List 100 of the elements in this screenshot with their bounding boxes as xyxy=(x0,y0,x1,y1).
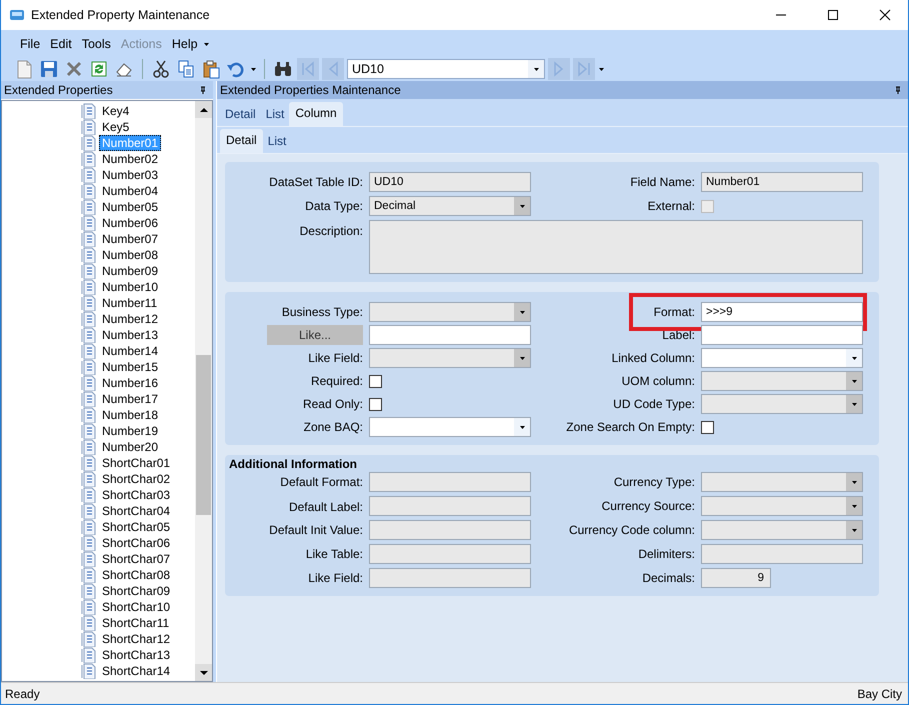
dropdown-field[interactable] xyxy=(369,417,531,437)
previous-record-button[interactable] xyxy=(322,58,344,80)
input-field[interactable]: Number01 xyxy=(701,172,863,192)
dropdown-field[interactable] xyxy=(701,472,863,492)
input-field[interactable] xyxy=(369,496,531,516)
input-field[interactable] xyxy=(369,325,531,345)
dropdown-field[interactable] xyxy=(701,394,863,414)
input-field[interactable] xyxy=(701,544,863,564)
document-icon xyxy=(81,487,96,503)
tree-item[interactable]: ShortChar09 xyxy=(99,583,174,599)
field-label: Zone Search On Empty: xyxy=(565,420,696,434)
dropdown-field[interactable] xyxy=(369,348,531,368)
tree-item[interactable]: ShortChar13 xyxy=(99,647,174,663)
tree-item[interactable]: ShortChar04 xyxy=(99,503,174,519)
field-label: Currency Source: xyxy=(600,499,696,513)
input-field[interactable]: 9 xyxy=(701,568,771,588)
tree-item[interactable]: Number06 xyxy=(99,215,162,231)
tree-item[interactable]: ShortChar06 xyxy=(99,535,174,551)
tree-item[interactable]: Number13 xyxy=(99,327,162,343)
tree-item[interactable]: Number02 xyxy=(99,151,162,167)
dropdown-field[interactable] xyxy=(701,348,863,368)
tree-item[interactable]: ShortChar14 xyxy=(99,663,174,679)
dropdown-caret-icon xyxy=(850,401,858,407)
menu-item[interactable]: File xyxy=(15,37,46,51)
tree-item[interactable]: ShortChar01 xyxy=(99,455,174,471)
dropdown-caret-icon xyxy=(850,378,858,384)
tree-item[interactable]: ShortChar10 xyxy=(99,599,174,615)
tree-item[interactable]: Number15 xyxy=(99,359,162,375)
tree-item[interactable]: Key4 xyxy=(99,103,132,119)
dropdown-field[interactable] xyxy=(369,302,531,322)
tree-item[interactable]: ShortChar03 xyxy=(99,487,174,503)
dropdown-field[interactable] xyxy=(701,371,863,391)
next-record-button[interactable] xyxy=(548,58,570,80)
tab[interactable]: List xyxy=(262,130,292,153)
input-field[interactable]: UD10 xyxy=(369,172,531,192)
input-field[interactable] xyxy=(369,520,531,540)
tree-item[interactable]: Number12 xyxy=(99,311,162,327)
dropdown-field[interactable] xyxy=(701,496,863,516)
tree-item[interactable]: Number05 xyxy=(99,199,162,215)
checkbox[interactable] xyxy=(701,200,714,212)
overflow-caret-icon[interactable] xyxy=(250,66,257,72)
input-field[interactable] xyxy=(369,544,531,564)
tree-item[interactable]: ShortChar12 xyxy=(99,631,174,647)
tree-item[interactable]: Number17 xyxy=(99,391,162,407)
tree-item[interactable]: Number18 xyxy=(99,407,162,423)
tree-item[interactable]: Key5 xyxy=(99,119,132,135)
save-icon xyxy=(39,58,59,78)
input-field[interactable] xyxy=(369,568,531,588)
document-icon xyxy=(81,119,96,135)
menu-item[interactable]: Tools xyxy=(76,37,116,51)
tree-item[interactable]: ShortChar08 xyxy=(99,567,174,583)
document-icon xyxy=(81,583,96,599)
tab[interactable]: Detail xyxy=(220,129,263,153)
dropdown-caret-icon xyxy=(518,203,526,209)
tree-item[interactable]: Number20 xyxy=(99,439,162,455)
tab[interactable]: Column xyxy=(289,102,343,126)
description-field[interactable] xyxy=(369,220,863,274)
input-field[interactable] xyxy=(369,472,531,492)
document-icon xyxy=(81,343,96,359)
tree-item[interactable]: ShortChar02 xyxy=(99,471,174,487)
document-icon xyxy=(81,647,96,663)
record-dropdown[interactable]: UD10 xyxy=(347,58,545,78)
document-icon xyxy=(81,407,96,423)
tree-item[interactable]: Number07 xyxy=(99,231,162,247)
dropdown-field[interactable] xyxy=(701,520,863,540)
scrollbar-thumb[interactable] xyxy=(196,355,211,515)
scroll-down-button[interactable] xyxy=(195,664,212,681)
tree-item[interactable]: Number03 xyxy=(99,167,162,183)
checkbox[interactable] xyxy=(701,420,714,434)
input-field[interactable] xyxy=(701,325,863,345)
tree-item[interactable]: Number04 xyxy=(99,183,162,199)
tree-item[interactable]: Number16 xyxy=(99,375,162,391)
tab[interactable]: Detail xyxy=(220,103,261,126)
overflow-caret-icon[interactable] xyxy=(598,66,605,72)
field-label: Linked Column: xyxy=(610,351,696,365)
dropdown-field[interactable]: Decimal xyxy=(369,196,531,216)
tree-item[interactable]: ShortChar11 xyxy=(99,615,172,631)
tab[interactable]: List xyxy=(260,103,290,126)
field-label: Description: xyxy=(298,223,364,238)
tree-item[interactable]: ShortChar07 xyxy=(99,551,174,567)
tree-item[interactable]: Number19 xyxy=(99,423,162,439)
input-field[interactable]: >>>9 xyxy=(701,302,863,322)
scroll-up-button[interactable] xyxy=(195,101,212,118)
overflow-caret-icon[interactable] xyxy=(202,41,210,47)
tree-item[interactable]: Number08 xyxy=(99,247,162,263)
field-label: DataSet Table ID: xyxy=(268,175,364,189)
checkbox[interactable] xyxy=(369,374,382,388)
tree-item[interactable]: Number10 xyxy=(99,279,162,295)
status-text: Ready xyxy=(5,686,40,700)
pin-icon[interactable] xyxy=(894,86,902,94)
tree-item[interactable]: Number11 xyxy=(99,295,160,311)
checkbox[interactable] xyxy=(369,398,382,410)
tree-item[interactable]: Number09 xyxy=(99,263,162,279)
pin-icon[interactable] xyxy=(199,86,207,94)
maximize-icon xyxy=(827,9,839,21)
tree-item[interactable]: ShortChar05 xyxy=(99,519,174,535)
like-button[interactable]: Like... xyxy=(267,325,363,345)
menu-item[interactable]: Help xyxy=(166,37,203,51)
tree-item[interactable]: Number14 xyxy=(99,343,162,359)
menu-item[interactable]: Edit xyxy=(45,37,77,51)
